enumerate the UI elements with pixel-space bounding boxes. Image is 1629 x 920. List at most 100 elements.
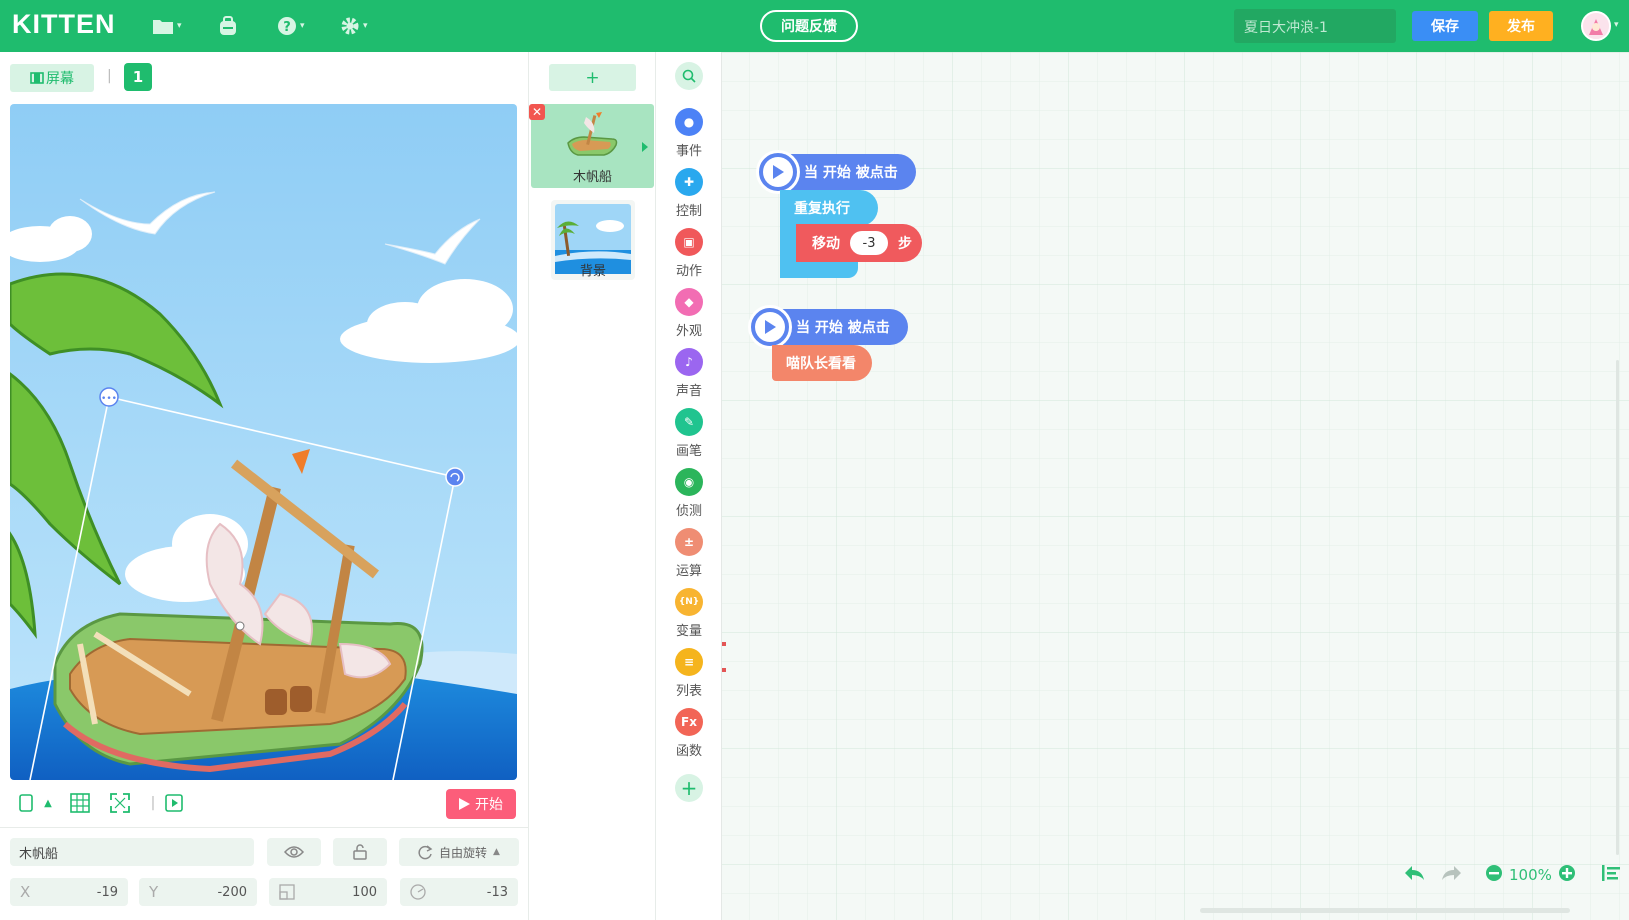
category-label: 函数 (675, 744, 702, 759)
captain-watch-block[interactable]: 喵队长看看 (772, 345, 872, 381)
move-steps-block[interactable]: 移动 -3 步 (796, 224, 922, 262)
category-label: 外观 (675, 324, 702, 339)
rotation-mode-select[interactable]: 自由旋转 ▲ (399, 838, 519, 866)
screen-icon (30, 72, 44, 84)
edge-marker (722, 668, 726, 672)
pen-icon: ✎ (675, 408, 703, 436)
zoom-out-icon[interactable] (1485, 864, 1503, 886)
publish-button[interactable]: 发布 (1489, 11, 1553, 41)
chevron-down-icon[interactable]: ▾ (1614, 20, 1619, 30)
project-name-input[interactable]: 夏日大冲浪-1 (1234, 9, 1396, 43)
phone-preview-button[interactable] (164, 793, 184, 813)
zoom-in-icon[interactable] (1558, 864, 1576, 886)
size-icon (279, 884, 295, 900)
category-motion[interactable]: ▣ 动作 (656, 228, 722, 282)
screen-number-tab[interactable]: 1 (124, 63, 152, 91)
x-field[interactable]: X -19 (10, 878, 128, 906)
grid-icon (70, 793, 90, 813)
screen-button[interactable]: 屏幕 (10, 64, 94, 92)
looks-icon: ◆ (675, 288, 703, 316)
undo-icon[interactable] (1403, 864, 1425, 886)
avatar[interactable] (1581, 11, 1611, 41)
divider (0, 827, 529, 828)
zoom-controls: 100% (1403, 864, 1620, 886)
move-unit-label: 步 (898, 236, 912, 252)
hat-block-label: 当 开始 被点击 (796, 320, 890, 336)
sprite-name-input[interactable]: 木帆船 (10, 838, 254, 866)
file-menu[interactable]: ▾ (152, 14, 182, 38)
direction-value: -13 (486, 884, 508, 900)
category-sound[interactable]: ♪ 声音 (656, 348, 722, 402)
vertical-scrollbar[interactable] (1616, 360, 1619, 855)
horizontal-scrollbar[interactable] (1200, 908, 1570, 913)
when-start-clicked-hat-block[interactable]: 当 开始 被点击 (756, 150, 916, 194)
sprite-list: + ✕ 木帆船 背景 (529, 52, 656, 920)
category-control[interactable]: ✚ 控制 (656, 168, 722, 222)
add-sprite-button[interactable]: + (549, 64, 636, 91)
code-workspace[interactable]: 当 开始 被点击 重复执行 移动 -3 步 当 开始 被点击 喵队长看看 (722, 52, 1629, 920)
screen-ratio-button[interactable] (16, 793, 36, 813)
repeat-label: 重复执行 (794, 201, 850, 217)
lock-toggle[interactable] (333, 838, 387, 866)
sailboat-thumbnail (567, 112, 618, 156)
direction-field[interactable]: -13 (400, 878, 518, 906)
fullscreen-button[interactable] (110, 793, 130, 813)
size-field[interactable]: 100 (269, 878, 387, 906)
sensing-icon: ◉ (675, 468, 703, 496)
align-blocks-icon[interactable] (1601, 865, 1620, 885)
variable-icon: {N} (675, 588, 703, 616)
x-label: X (20, 883, 31, 901)
category-label: 列表 (675, 684, 702, 699)
grid-toggle[interactable] (70, 793, 90, 813)
ratio-caret-icon[interactable]: ▲ (38, 793, 58, 813)
search-button[interactable] (675, 62, 703, 90)
y-label: Y (149, 883, 159, 901)
delete-sprite-icon[interactable]: ✕ (529, 104, 545, 120)
rotation-mode-label: 自由旋转 (439, 845, 488, 860)
user-avatar-icon (1583, 13, 1609, 39)
search-icon (682, 69, 696, 83)
eye-icon (284, 846, 304, 858)
category-pen[interactable]: ✎ 画笔 (656, 408, 722, 462)
divider: | (107, 68, 112, 84)
svg-text:•••: ••• (101, 394, 117, 404)
stage-canvas[interactable]: ••• (10, 104, 517, 780)
redo-icon[interactable] (1441, 864, 1463, 886)
svg-text:?: ? (283, 20, 291, 35)
background-card[interactable]: 背景 (551, 200, 635, 280)
category-variable[interactable]: {N} 变量 (656, 588, 722, 642)
category-sensing[interactable]: ◉ 侦测 (656, 468, 722, 522)
category-function[interactable]: Fx 函数 (656, 708, 722, 762)
settings-menu[interactable]: ▾ (340, 14, 368, 38)
category-event[interactable]: ● 事件 (656, 108, 722, 162)
backpack-button[interactable] (218, 14, 238, 38)
chevron-down-icon: ▾ (363, 21, 368, 31)
sprite-expand-arrow-icon[interactable] (642, 142, 648, 152)
stage-panel: 屏幕 | 1 ••• ▲ | 开始 木帆船 自由旋转 ▲ X -19 Y -20… (0, 52, 529, 920)
category-looks[interactable]: ◆ 外观 (656, 288, 722, 342)
add-extension-button[interactable]: + (675, 774, 703, 802)
fullscreen-icon (110, 793, 130, 813)
visibility-toggle[interactable] (267, 838, 321, 866)
repeat-forever-block[interactable]: 重复执行 (780, 190, 878, 226)
rotate-icon (418, 844, 433, 859)
category-label: 变量 (675, 624, 702, 639)
settings-icon (341, 17, 359, 35)
control-icon: ✚ (675, 168, 703, 196)
list-icon: ≡ (675, 648, 703, 676)
move-steps-input[interactable]: -3 (850, 231, 888, 255)
sound-icon: ♪ (675, 348, 703, 376)
feedback-button[interactable]: 问题反馈 (760, 10, 858, 42)
chevron-up-icon: ▲ (493, 847, 500, 857)
sprite-card[interactable]: ✕ 木帆船 (529, 104, 654, 188)
help-menu[interactable]: ? ▾ (277, 14, 305, 38)
save-button[interactable]: 保存 (1412, 11, 1478, 41)
screen-ratio-icon (19, 794, 33, 812)
y-field[interactable]: Y -200 (139, 878, 257, 906)
category-operator[interactable]: ± 运算 (656, 528, 722, 582)
category-list[interactable]: ≡ 列表 (656, 648, 722, 702)
when-start-clicked-hat-block[interactable]: 当 开始 被点击 (748, 305, 908, 349)
category-label: 动作 (675, 264, 702, 279)
direction-icon (410, 884, 426, 900)
start-button[interactable]: 开始 (446, 789, 516, 819)
